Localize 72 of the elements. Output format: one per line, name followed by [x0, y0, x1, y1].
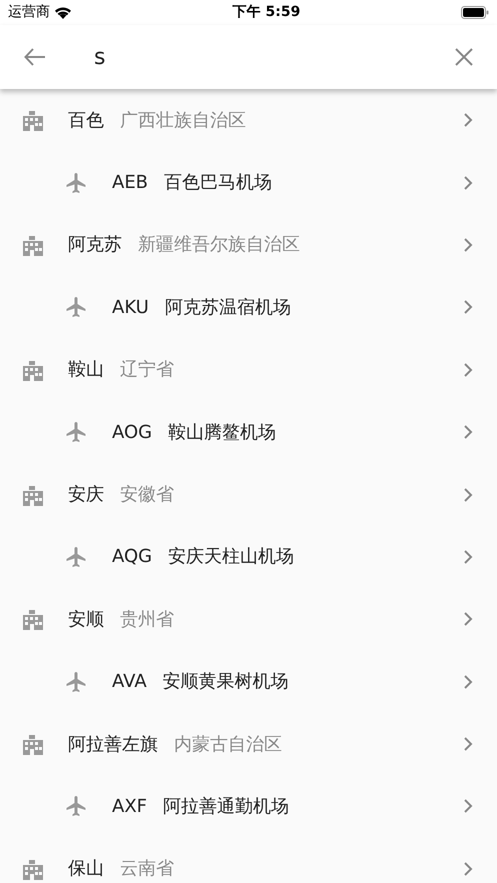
chevron-icon	[463, 611, 473, 628]
airplane-icon	[64, 670, 88, 694]
building-icon	[22, 858, 44, 880]
building-icon	[22, 484, 44, 506]
chevron-icon	[463, 860, 473, 877]
airport-name: 安顺黄果树机场	[162, 670, 289, 694]
city-name: 鞍山	[68, 358, 104, 382]
airport-code: AOG	[112, 420, 152, 445]
city-row[interactable]: 阿克苏 新疆维吾尔族自治区	[0, 214, 497, 276]
chevron-icon	[463, 362, 473, 378]
back-button[interactable]	[24, 48, 46, 66]
region-name: 贵州省	[120, 608, 174, 632]
city-row[interactable]: 百色 广西壮族自治区	[0, 89, 497, 152]
airport-code: AKU	[112, 296, 149, 320]
airplane-icon	[64, 420, 88, 444]
airplane-icon	[64, 544, 88, 569]
building-icon	[22, 109, 44, 132]
chevron-icon	[463, 299, 473, 316]
city-name: 阿拉善左旗	[68, 732, 158, 757]
airport-row[interactable]: AVA 安顺黄果树机场	[0, 650, 497, 713]
airplane-icon	[64, 794, 88, 818]
city-name: 保山	[68, 857, 104, 882]
airport-code: AXF	[112, 794, 147, 819]
city-row[interactable]: 保山 云南省	[0, 838, 497, 883]
city-row[interactable]: 安顺 贵州省	[0, 588, 497, 651]
region-name: 辽宁省	[120, 358, 174, 382]
city-row[interactable]: 阿拉善左旗 内蒙古自治区	[0, 712, 497, 776]
airport-row[interactable]: AXF 阿拉善通勤机场	[0, 775, 497, 838]
close-button[interactable]	[455, 48, 473, 66]
airport-code: AVA	[112, 670, 147, 694]
chevron-icon	[463, 798, 473, 814]
chevron-icon	[463, 112, 473, 128]
city-row[interactable]: 安庆 安徽省	[0, 463, 497, 526]
chevron-icon	[463, 174, 473, 191]
region-name: 内蒙古自治区	[174, 732, 282, 757]
airport-name: 安庆天柱山机场	[168, 545, 294, 570]
building-icon	[22, 608, 44, 630]
chevron-icon	[463, 736, 473, 752]
city-name: 安庆	[68, 483, 104, 508]
city-name: 阿克苏	[68, 233, 122, 258]
chevron-icon	[463, 236, 473, 253]
city-row[interactable]: 鞍山 辽宁省	[0, 338, 497, 401]
airplane-icon	[64, 170, 88, 195]
airport-code: AEB	[112, 171, 148, 196]
airport-row[interactable]: AQG 安庆天柱山机场	[0, 526, 497, 588]
region-name: 广西壮族自治区	[120, 108, 246, 133]
region-name: 安徽省	[120, 483, 174, 508]
chevron-icon	[463, 674, 473, 690]
search-bar[interactable]: s	[0, 25, 497, 89]
airport-row[interactable]: AKU 阿克苏温宿机场	[0, 276, 497, 339]
airplane-icon	[64, 295, 88, 320]
building-icon	[22, 234, 44, 256]
wifi-icon	[54, 6, 72, 19]
status-time: 下午 5:59	[232, 3, 300, 22]
city-name: 安顺	[68, 608, 104, 632]
airport-name: 阿克苏温宿机场	[164, 296, 291, 320]
airport-code: AQG	[112, 545, 152, 570]
city-name: 百色	[68, 108, 104, 133]
building-icon	[22, 358, 44, 381]
airport-name: 阿拉善通勤机场	[163, 794, 289, 819]
chevron-icon	[463, 424, 473, 440]
region-name: 云南省	[120, 857, 174, 882]
airport-name: 鞍山腾鳌机场	[168, 420, 276, 445]
building-icon	[22, 733, 44, 756]
battery-icon	[460, 6, 489, 19]
chevron-icon	[463, 548, 473, 565]
carrier-name: 运营商	[8, 3, 50, 22]
airport-name: 百色巴马机场	[164, 171, 272, 196]
chevron-icon	[463, 486, 473, 503]
airport-row[interactable]: AOG 鞍山腾鳌机场	[0, 400, 497, 464]
airport-row[interactable]: AEB 百色巴马机场	[0, 151, 497, 214]
region-name: 新疆维吾尔族自治区	[138, 233, 300, 258]
